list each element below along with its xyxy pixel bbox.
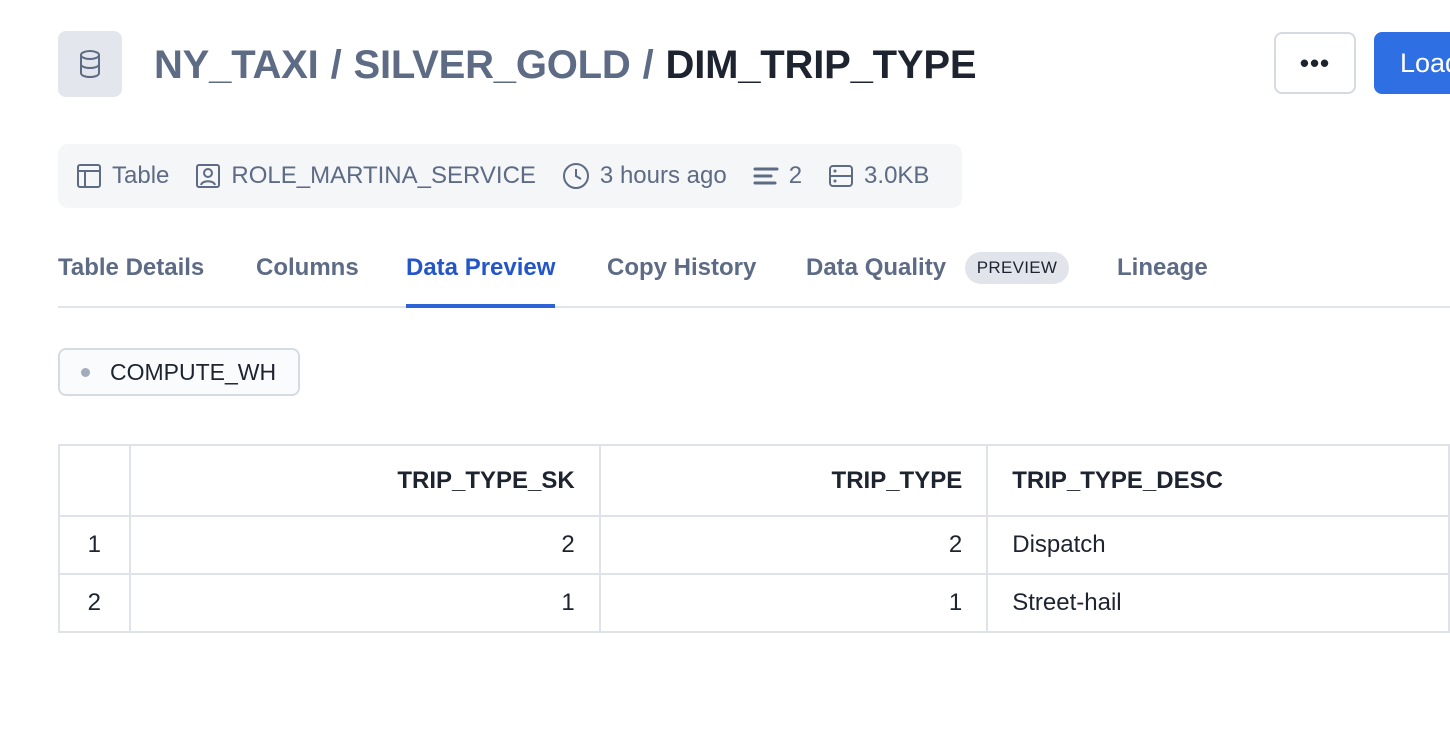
meta-owner-label: ROLE_MARTINA_SERVICE [231, 162, 536, 189]
meta-rows: 2 [753, 162, 802, 190]
warehouse-name: COMPUTE_WH [110, 358, 277, 385]
meta-owner: ROLE_MARTINA_SERVICE [195, 162, 536, 190]
tab-copy-history[interactable]: Copy History [607, 240, 756, 308]
tab-table-details[interactable]: Table Details [58, 240, 204, 308]
rows-icon [753, 167, 779, 185]
warehouse-selector[interactable]: COMPUTE_WH [58, 348, 300, 396]
column-header-trip-type-desc[interactable]: TRIP_TYPE_DESC [986, 444, 1450, 517]
breadcrumb-separator: / [642, 42, 654, 87]
data-preview-table: TRIP_TYPE_SK TRIP_TYPE TRIP_TYPE_DESC 1 … [58, 444, 1450, 633]
breadcrumb-database[interactable]: NY_TAXI [154, 43, 319, 88]
table-cell[interactable]: Dispatch [986, 515, 1450, 575]
table-cell[interactable]: 1 [128, 573, 601, 633]
breadcrumb: NY_TAXI / SILVER_GOLD / DIM_TRIP_TYPE [154, 38, 977, 92]
ellipsis-icon: ••• [1299, 47, 1331, 78]
column-header-trip-type[interactable]: TRIP_TYPE [598, 444, 989, 517]
meta-type: Table [76, 162, 169, 190]
tab-lineage[interactable]: Lineage [1117, 240, 1208, 308]
more-options-button[interactable]: ••• [1274, 32, 1356, 94]
table-row: 2 1 1 Street-hail [58, 573, 1450, 633]
meta-size-label: 3.0KB [864, 162, 930, 189]
meta-rows-label: 2 [788, 162, 803, 189]
breadcrumb-separator: / [330, 42, 342, 87]
row-index-cell: 1 [58, 515, 131, 575]
table-cell[interactable]: 2 [598, 515, 989, 575]
warehouse-status-dot [81, 367, 90, 377]
table-header-row: TRIP_TYPE_SK TRIP_TYPE TRIP_TYPE_DESC [58, 444, 1450, 517]
meta-size: 3.0KB [828, 162, 929, 190]
meta-updated-label: 3 hours ago [599, 162, 727, 189]
table-cell[interactable]: 1 [598, 573, 989, 633]
column-header-index [58, 444, 131, 517]
meta-type-label: Table [112, 162, 170, 189]
page-title: DIM_TRIP_TYPE [665, 42, 977, 87]
tab-bar: Table Details Columns Data Preview Copy … [58, 240, 1450, 308]
clock-icon [562, 163, 589, 189]
table-icon [77, 164, 101, 188]
tab-columns[interactable]: Columns [256, 240, 359, 308]
preview-badge: PREVIEW [965, 252, 1069, 284]
table-cell[interactable]: 2 [128, 515, 601, 575]
load-data-button[interactable]: Load Data [1374, 32, 1450, 94]
tab-data-quality[interactable]: Data Quality [806, 240, 946, 308]
page: NY_TAXI / SILVER_GOLD / DIM_TRIP_TYPE ••… [0, 0, 1450, 732]
storage-icon [829, 165, 854, 187]
user-badge-icon [196, 164, 221, 188]
breadcrumb-schema[interactable]: SILVER_GOLD [353, 43, 630, 88]
database-icon [58, 31, 122, 97]
column-header-trip-type-sk[interactable]: TRIP_TYPE_SK [128, 444, 601, 517]
table-cell[interactable]: Street-hail [986, 573, 1450, 633]
tab-data-preview[interactable]: Data Preview [406, 240, 556, 308]
row-index-cell: 2 [58, 573, 131, 633]
table-row: 1 2 2 Dispatch [58, 515, 1450, 575]
meta-updated: 3 hours ago [562, 162, 727, 190]
object-metadata-bar: Table ROLE_MARTINA_SERVICE 3 hours ago 2… [58, 144, 962, 208]
